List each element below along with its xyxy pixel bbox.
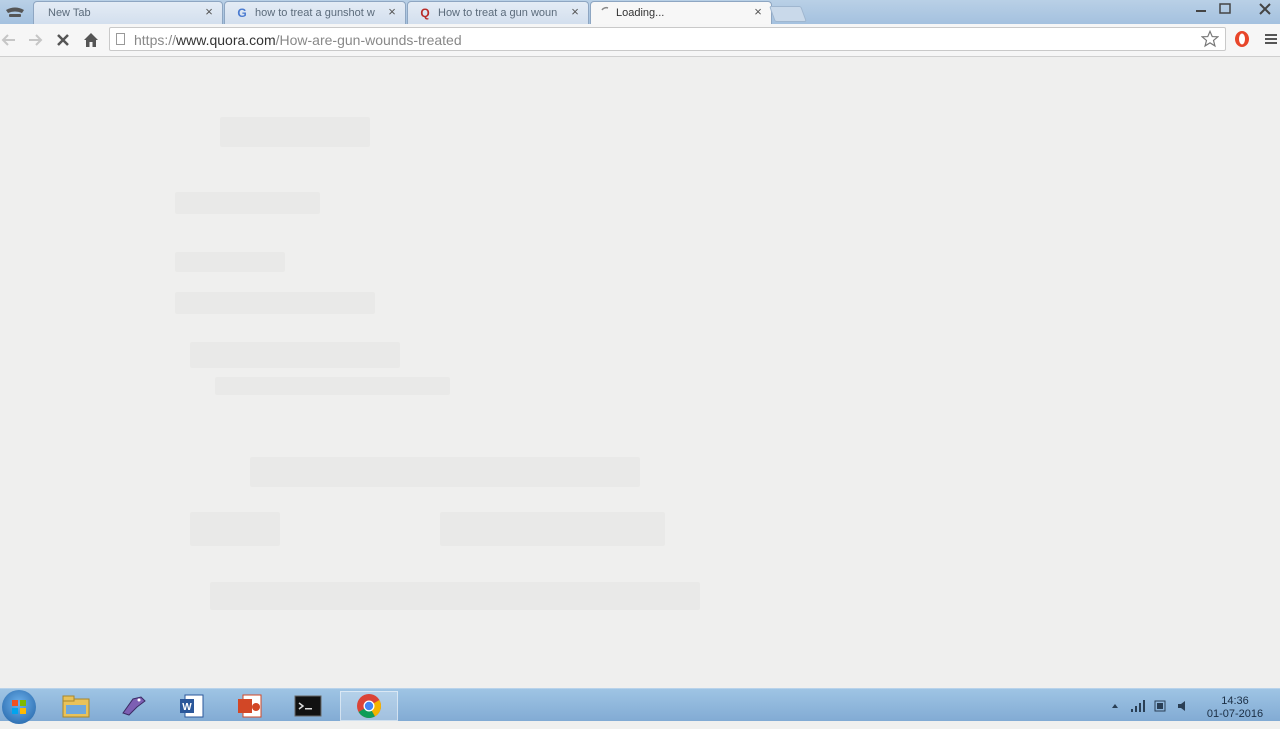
tab-strip: New Tab × G how to treat a gunshot w × Q… xyxy=(0,0,1280,24)
url-path: /How-are-gun-wounds-treated xyxy=(275,32,462,48)
volume-speaker-icon[interactable] xyxy=(1176,699,1190,713)
chrome-icon xyxy=(357,694,382,719)
loading-placeholder xyxy=(440,512,665,546)
minimize-icon[interactable] xyxy=(1190,0,1212,18)
clock-date: 01-07-2016 xyxy=(1206,708,1264,720)
loading-placeholder xyxy=(215,377,450,395)
command-prompt-icon xyxy=(294,695,322,717)
url-host: www.quora.com xyxy=(176,32,276,48)
word-icon: W xyxy=(180,694,204,718)
taskbar-powerpoint[interactable] xyxy=(224,691,276,721)
url-text[interactable]: https://www.quora.com/How-are-gun-wounds… xyxy=(134,32,462,48)
tab-title: how to treat a gunshot w xyxy=(255,7,375,19)
tab-title: Loading... xyxy=(616,7,665,19)
loading-placeholder xyxy=(190,512,280,546)
loading-placeholder xyxy=(250,457,640,487)
taskbar-chrome[interactable] xyxy=(340,691,398,721)
quora-icon: Q xyxy=(420,6,430,20)
network-signal-icon[interactable] xyxy=(1130,699,1146,713)
tab-close-icon[interactable]: × xyxy=(569,5,581,19)
pidgin-icon xyxy=(122,696,146,716)
tab-new-tab[interactable]: New Tab × xyxy=(33,1,223,24)
taskbar-word[interactable]: W xyxy=(166,691,218,721)
chrome-profile-icon[interactable] xyxy=(2,1,28,23)
system-clock[interactable]: 14:36 01-07-2016 xyxy=(1206,695,1264,721)
browser-toolbar: https://www.quora.com/How-are-gun-wounds… xyxy=(0,24,1280,57)
clock-time: 14:36 xyxy=(1221,695,1249,707)
action-center-flag-icon[interactable] xyxy=(1153,699,1167,713)
powerpoint-icon xyxy=(238,694,262,718)
loading-placeholder xyxy=(190,342,400,368)
windows-logo-icon xyxy=(12,700,26,714)
tab-title: New Tab xyxy=(48,7,91,19)
close-icon[interactable] xyxy=(1240,0,1276,18)
show-hidden-icons-icon[interactable] xyxy=(1110,701,1120,711)
google-icon: G xyxy=(237,6,247,20)
address-bar[interactable]: https://www.quora.com/How-are-gun-wounds… xyxy=(109,27,1226,51)
star-icon[interactable] xyxy=(1201,30,1219,48)
tab-quora[interactable]: Q How to treat a gun woun × xyxy=(407,1,589,24)
maximize-icon[interactable] xyxy=(1214,0,1236,18)
taskbar-cmd[interactable] xyxy=(282,691,334,721)
back-arrow-icon[interactable] xyxy=(0,31,18,49)
loading-spinner-icon xyxy=(601,6,609,11)
opera-icon[interactable] xyxy=(1233,30,1251,48)
tab-close-icon[interactable]: × xyxy=(203,5,215,19)
windows-explorer-icon xyxy=(62,695,90,718)
tab-close-icon[interactable]: × xyxy=(386,5,398,19)
windows-taskbar: W 14:36 01-07-2016 xyxy=(0,688,1280,724)
start-button[interactable] xyxy=(2,690,36,724)
tab-title: How to treat a gun woun xyxy=(438,7,558,19)
home-icon[interactable] xyxy=(82,31,100,49)
page-content xyxy=(0,57,1280,688)
tab-google-search[interactable]: G how to treat a gunshot w × xyxy=(224,1,406,24)
stop-x-icon[interactable] xyxy=(54,31,72,49)
page-icon xyxy=(116,33,125,45)
hamburger-menu-icon[interactable] xyxy=(1264,32,1278,46)
loading-placeholder xyxy=(175,252,285,272)
loading-placeholder xyxy=(175,192,320,214)
taskbar-explorer[interactable] xyxy=(50,691,102,721)
new-tab-button[interactable] xyxy=(769,6,807,22)
loading-placeholder xyxy=(210,582,700,610)
tab-loading[interactable]: Loading... × xyxy=(590,1,772,24)
tab-close-icon[interactable]: × xyxy=(752,5,764,19)
taskbar-pidgin[interactable] xyxy=(108,691,160,721)
loading-placeholder xyxy=(175,292,375,314)
forward-arrow-icon[interactable] xyxy=(26,31,44,49)
svg-text:W: W xyxy=(182,702,192,713)
loading-placeholder xyxy=(220,117,370,147)
url-scheme: https:// xyxy=(134,32,177,48)
